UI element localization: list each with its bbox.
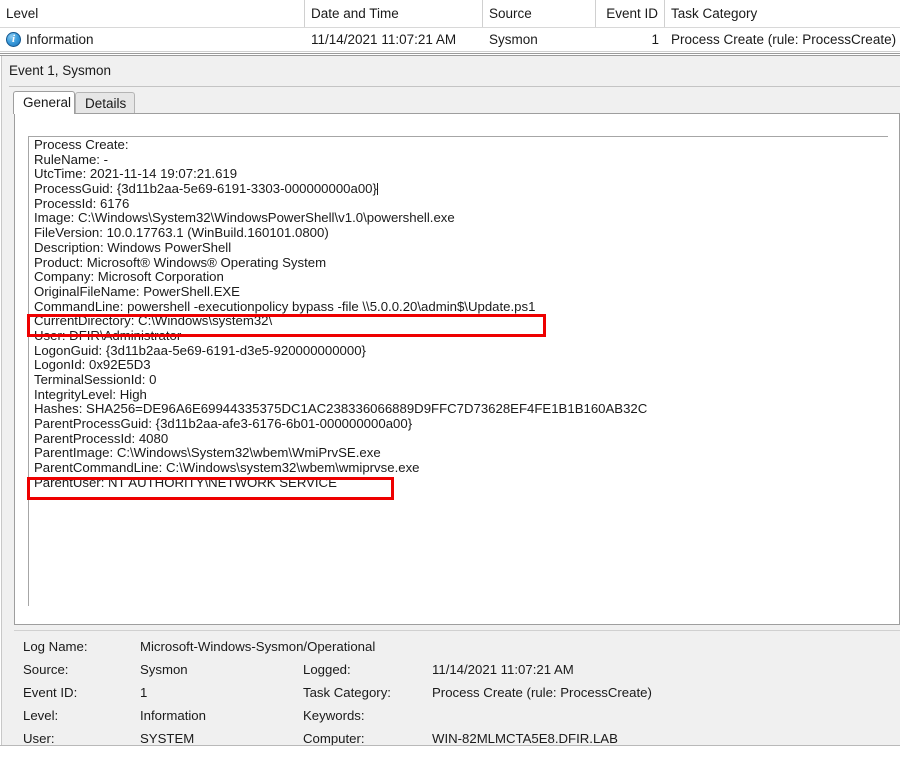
information-icon — [6, 32, 21, 47]
description-line: User: DFIR\Administrator — [34, 327, 182, 343]
description-line: Product: Microsoft® Windows® Operating S… — [34, 254, 327, 270]
meta-value-source: Sysmon — [140, 662, 188, 677]
description-line: TerminalSessionId: 0 — [34, 372, 157, 387]
event-detail-title: Event 1, Sysmon — [9, 63, 112, 78]
detail-tabstrip: General Details — [13, 91, 900, 114]
column-header-event-id[interactable]: Event ID — [596, 0, 665, 27]
meta-label-keywords: Keywords: — [303, 708, 365, 723]
meta-value-computer: WIN-82MLMCTA5E8.DFIR.LAB — [432, 731, 618, 746]
description-line: LogonGuid: {3d11b2aa-5e69-6191-d3e5-9200… — [34, 342, 366, 358]
meta-value-log-name: Microsoft-Windows-Sysmon/Operational — [140, 639, 376, 654]
description-line: IntegrityLevel: High — [34, 386, 147, 402]
meta-value-event-id: 1 — [140, 685, 148, 700]
meta-value-task-category: Process Create (rule: ProcessCreate) — [432, 685, 652, 700]
cell-event-id: 1 — [651, 32, 659, 47]
column-header-level[interactable]: Level — [0, 0, 305, 27]
tab-details[interactable]: Details — [75, 92, 135, 113]
general-tab-panel: Process Create: RuleName: - UtcTime: 2021-… — [14, 114, 900, 625]
description-line: Hashes: SHA256=DE96A6E69944335375DC1AC23… — [34, 401, 648, 417]
title-divider — [9, 86, 900, 87]
column-header-date-and-time[interactable]: Date and Time — [305, 0, 483, 27]
meta-label-event-id: Event ID: — [23, 685, 78, 700]
meta-label-logged: Logged: — [303, 662, 351, 677]
description-line: Description: Windows PowerShell — [34, 239, 232, 255]
meta-value-user: SYSTEM — [140, 731, 195, 746]
event-viewer-window: Level Date and Time Source Event ID Task Cat… — [0, 0, 900, 761]
description-line: ParentImage: C:\Windows\System32\wbem\Wm… — [34, 445, 381, 461]
meta-label-level: Level: — [23, 708, 59, 723]
description-line: ProcessGuid: {3d11b2aa-5e69-6191-3303-00… — [34, 181, 378, 197]
tabstrip-underline — [13, 113, 900, 114]
description-line: UtcTime: 2021-11-14 19:07:21.619 — [34, 166, 238, 182]
event-list-header: Level Date and Time Source Event ID Task Cat… — [0, 0, 900, 28]
cell-source: Sysmon — [489, 32, 538, 47]
description-line: Company: Microsoft Corporation — [34, 269, 224, 285]
meta-label-task-category: Task Category: — [303, 685, 391, 700]
meta-label-source: Source: — [23, 662, 69, 677]
description-line: CurrentDirectory: C:\Windows\system32\ — [34, 313, 273, 329]
event-detail-pane: Event 1, Sysmon General Details Process C… — [0, 56, 900, 761]
table-row[interactable]: Information 11/14/2021 11:07:21 AM Sysmon 1… — [0, 28, 900, 52]
meta-value-logged: 11/14/2021 11:07:21 AM — [432, 662, 574, 677]
description-line: OriginalFileName: PowerShell.EXE — [34, 283, 240, 299]
description-line: CommandLine: powershell -executionpolicy… — [34, 298, 536, 314]
description-line: Image: C:\Windows\System32\WindowsPowerS… — [34, 210, 455, 226]
unc-path-link[interactable]: \\5.0.0.20\admin$\Update.ps1 — [362, 299, 535, 314]
description-line: RuleName: - — [34, 151, 109, 167]
description-line: ParentUser: NT AUTHORITY\NETWORK SERVICE — [34, 474, 337, 490]
meta-label-log-name: Log Name: — [23, 639, 88, 654]
event-metadata-grid: Log Name: Microsoft-Windows-Sysmon/Operat… — [14, 630, 900, 760]
description-line: ParentProcessGuid: {3d11b2aa-afe3-6176-6… — [34, 416, 413, 432]
column-header-source[interactable]: Source — [483, 0, 596, 27]
event-description-box[interactable]: Process Create: RuleName: - UtcTime: 2021-… — [28, 136, 888, 606]
window-bottom-strip — [0, 746, 900, 761]
cell-date-and-time: 11/14/2021 11:07:21 AM — [311, 32, 457, 47]
cell-level: Information — [26, 32, 94, 47]
description-line: FileVersion: 10.0.17763.1 (WinBuild.1601… — [34, 225, 329, 241]
pane-left-edge — [0, 56, 2, 761]
meta-label-computer: Computer: — [303, 731, 365, 746]
tab-general[interactable]: General — [13, 91, 75, 114]
description-line: ParentCommandLine: C:\Windows\system32\w… — [34, 460, 420, 476]
description-line: LogonId: 0x92E5D3 — [34, 357, 151, 373]
event-description-text: Process Create: RuleName: - UtcTime: 2021-… — [34, 137, 648, 491]
description-line: Process Create: — [34, 137, 129, 152]
cell-task-category: Process Create (rule: ProcessCreate) — [671, 32, 897, 47]
meta-label-user: User: — [23, 731, 55, 746]
column-header-task-category[interactable]: Task Category — [665, 0, 900, 27]
description-line: ParentProcessId: 4080 — [34, 430, 169, 446]
text-caret — [376, 183, 378, 196]
description-line: ProcessId: 6176 — [34, 195, 130, 211]
meta-value-level: Information — [140, 708, 206, 723]
